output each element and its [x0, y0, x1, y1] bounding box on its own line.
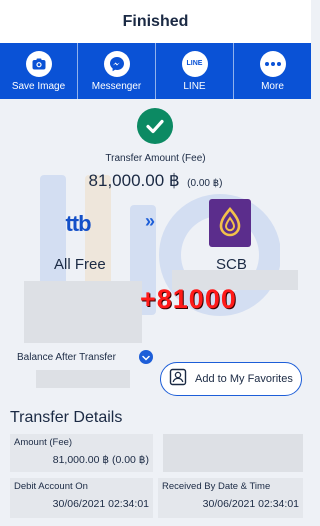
- line-icon-text: LINE: [186, 60, 203, 67]
- amount-fee-value: 81,000.00 ฿ (0.00 ฿): [52, 454, 149, 466]
- ttb-bank-logo: ttb: [56, 206, 100, 242]
- received-date-cell: Received By Date & Time 30/06/2021 02:34…: [158, 478, 303, 518]
- redacted-from-account: [24, 281, 142, 343]
- transfer-fee-value: (0.00 ฿): [187, 178, 223, 189]
- scb-bank-logo: [209, 199, 251, 247]
- overlay-amount-text: +81000: [140, 284, 237, 314]
- transfer-details-title: Transfer Details: [10, 409, 123, 426]
- debit-account-value: 30/06/2021 02:34:01: [52, 498, 149, 510]
- from-account-name: All Free: [54, 256, 106, 273]
- line-button[interactable]: LINE LINE: [156, 43, 234, 99]
- camera-icon: [25, 50, 52, 77]
- chevron-down-icon: [142, 348, 150, 366]
- top-header: Finished: [0, 0, 311, 43]
- transfer-amount-value: 81,000.00 ฿: [88, 171, 180, 190]
- transfer-amount: 81,000.00 ฿ (0.00 ฿): [0, 171, 311, 191]
- redacted-reference: [163, 434, 303, 472]
- save-image-button[interactable]: Save Image: [0, 43, 78, 99]
- page-title: Finished: [122, 12, 189, 30]
- messenger-button[interactable]: Messenger: [78, 43, 156, 99]
- debit-account-label: Debit Account On: [14, 481, 88, 492]
- add-to-favorites-button[interactable]: Add to My Favorites: [160, 362, 302, 396]
- amount-fee-cell: Amount (Fee) 81,000.00 ฿ (0.00 ฿): [10, 434, 153, 472]
- add-to-favorites-label: Add to My Favorites: [195, 373, 293, 385]
- transfer-amount-caption: Transfer Amount (Fee): [105, 153, 206, 164]
- success-check-icon: [137, 108, 173, 144]
- toggle-balance-button[interactable]: [139, 350, 153, 364]
- received-date-value: 30/06/2021 02:34:01: [202, 498, 299, 510]
- line-icon: LINE: [181, 50, 208, 77]
- messenger-icon: [103, 50, 130, 77]
- save-image-label: Save Image: [11, 80, 66, 92]
- transfer-direction-icon: »: [145, 211, 156, 231]
- share-bar: Save Image Messenger LINE LINE More: [0, 43, 311, 99]
- line-label: LINE: [183, 80, 206, 92]
- more-button[interactable]: More: [234, 43, 311, 99]
- contact-card-icon: [169, 368, 187, 391]
- debit-account-cell: Debit Account On 30/06/2021 02:34:01: [10, 478, 153, 518]
- amount-fee-label: Amount (Fee): [14, 437, 73, 448]
- received-date-label: Received By Date & Time: [162, 481, 271, 492]
- balance-after-transfer-label: Balance After Transfer: [17, 352, 116, 363]
- more-dots-icon: [259, 50, 286, 77]
- more-label: More: [261, 80, 284, 92]
- messenger-label: Messenger: [91, 80, 142, 92]
- redacted-balance: [36, 370, 130, 388]
- ttb-logo-text: ttb: [65, 211, 91, 236]
